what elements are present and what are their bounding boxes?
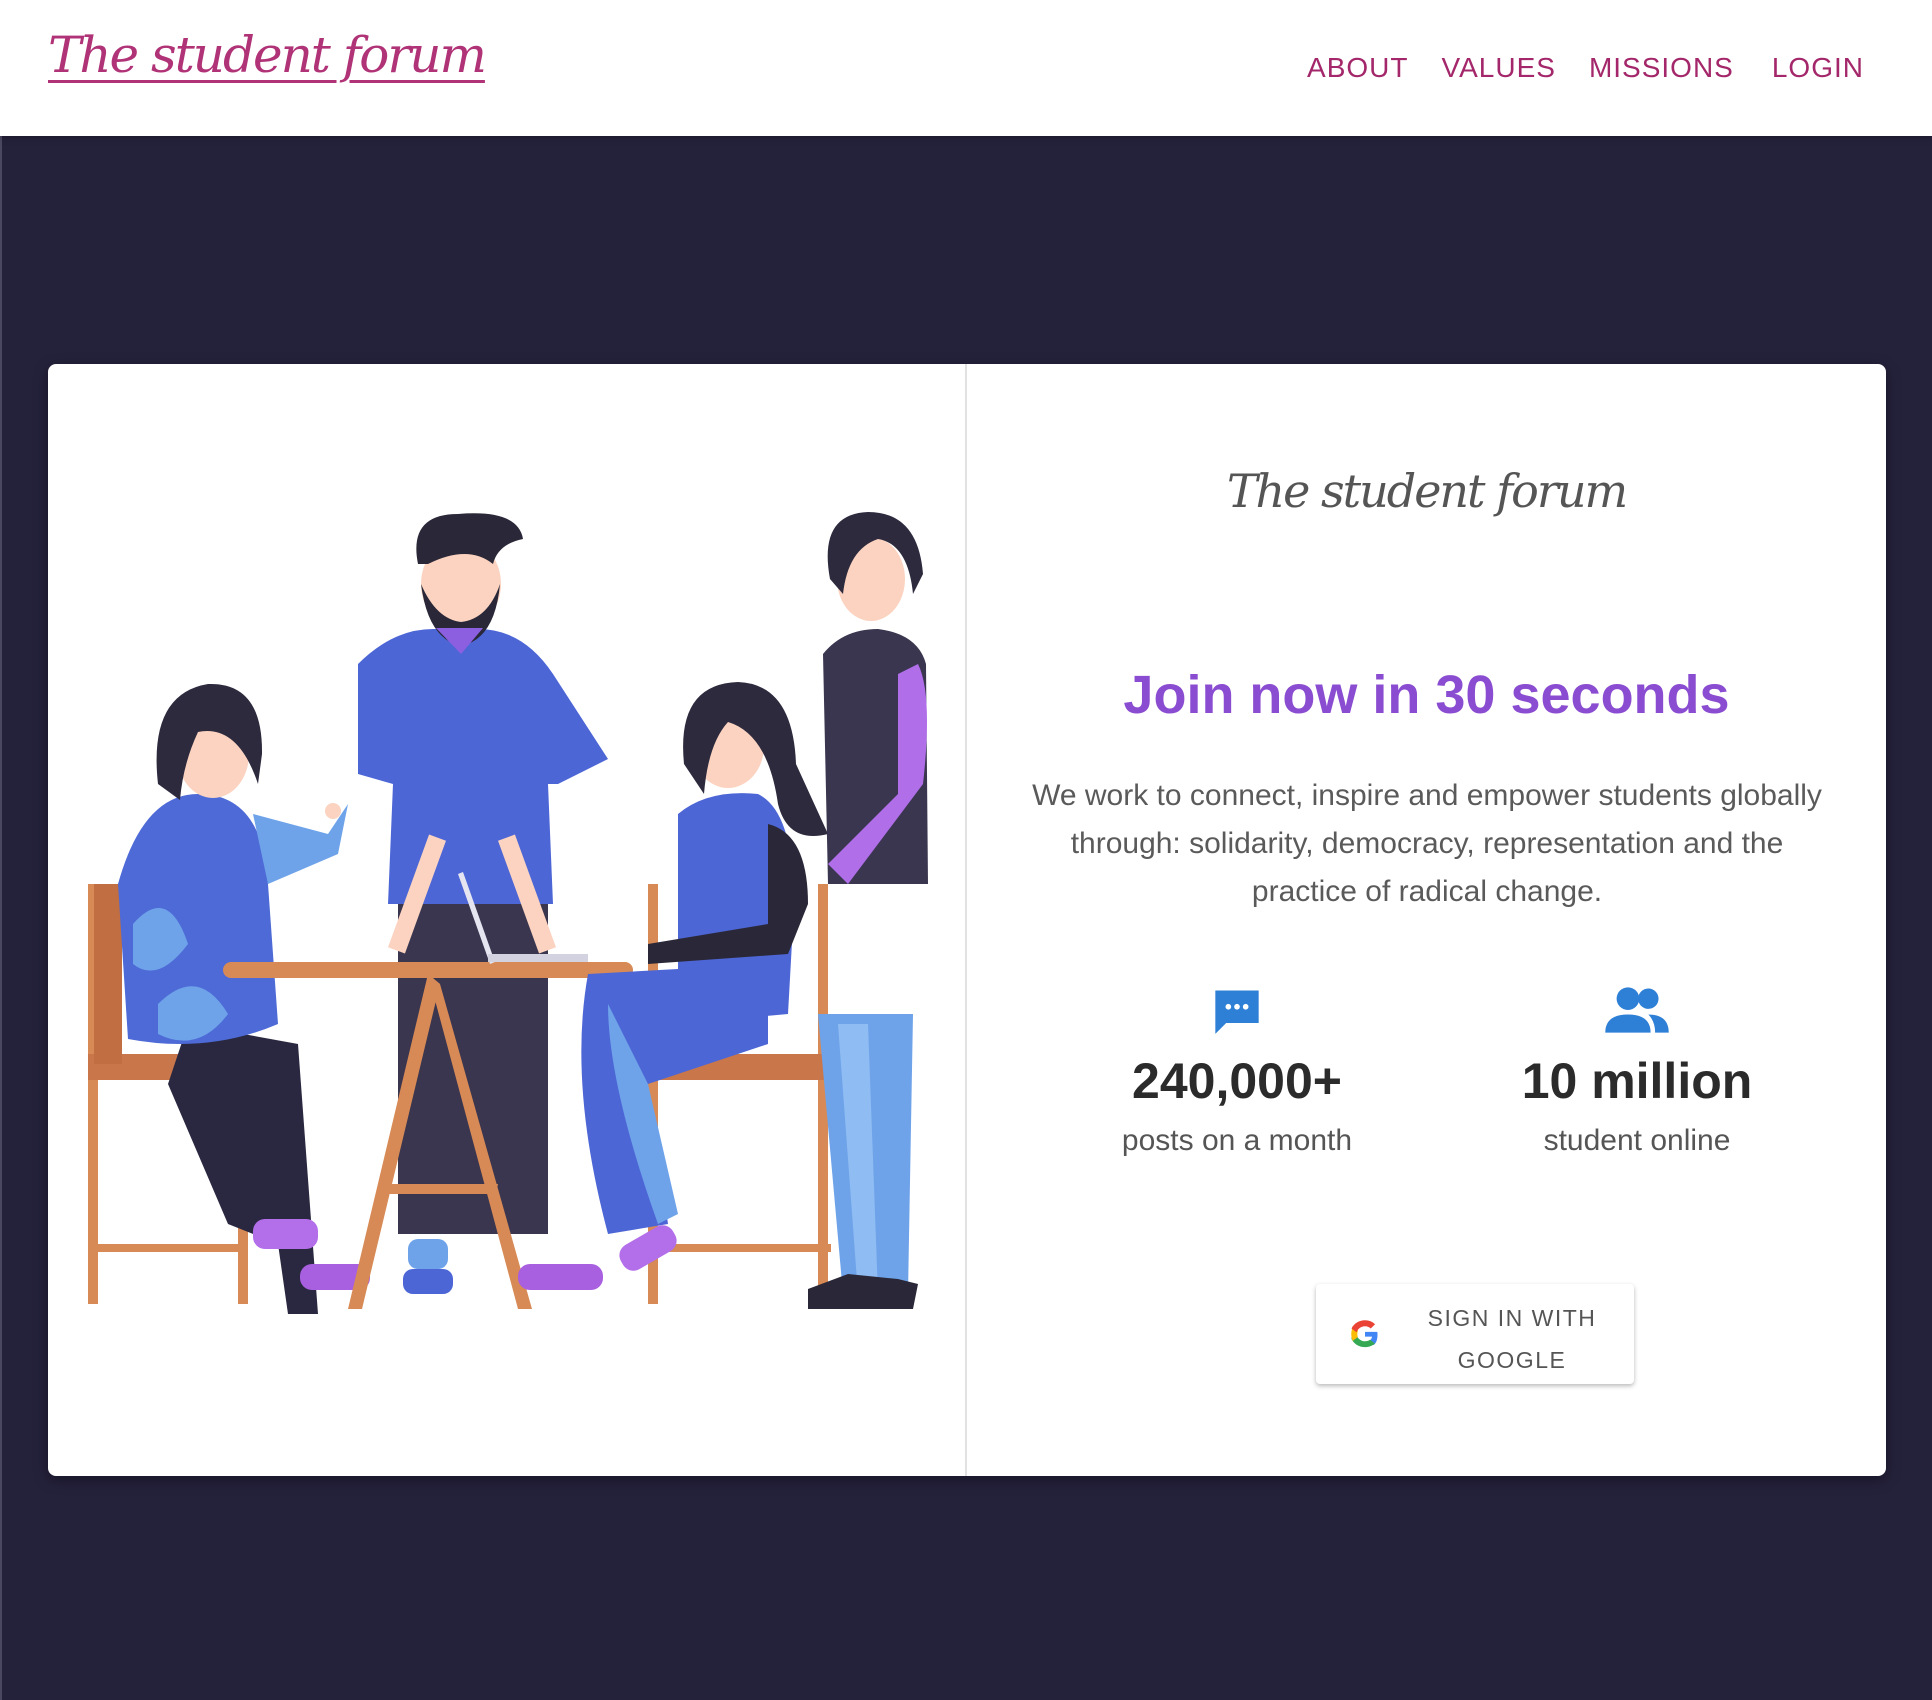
signup-panel: The student forum Join now in 30 seconds… <box>967 364 1886 1476</box>
main-nav: ABOUT VALUES MISSIONS LOGIN <box>1307 0 1864 136</box>
nav-about-link[interactable]: ABOUT <box>1307 52 1408 84</box>
students-at-table-illustration <box>48 364 965 1476</box>
students-stat-label: student online <box>1543 1124 1731 1157</box>
students-stat-value: 10 million <box>1521 1053 1753 1109</box>
woman-left-figure <box>118 683 370 1314</box>
join-heading: Join now in 30 seconds <box>1123 665 1730 725</box>
posts-stat-label: posts on a month <box>1121 1124 1353 1157</box>
nav-values-link[interactable]: VALUES <box>1442 52 1556 84</box>
card-brand-logo: The student forum <box>1226 464 1628 518</box>
page-edge-line <box>0 136 2 1700</box>
mission-description: We work to connect, inspire and empower … <box>1032 779 1822 908</box>
brand-logo-link[interactable]: The student forum <box>48 26 487 84</box>
posts-stat-value: 240,000+ <box>1132 1053 1342 1109</box>
nav-missions-link[interactable]: MISSIONS <box>1589 52 1734 84</box>
top-navbar: The student forum ABOUT VALUES MISSIONS … <box>0 0 1932 136</box>
posts-stat: 240,000+ posts on a month <box>1047 984 1427 1158</box>
students-online-stat: 10 million student online <box>1447 984 1827 1158</box>
people-group-icon <box>1605 987 1669 1033</box>
chat-bubble-icon <box>1215 990 1259 1034</box>
google-signin-button[interactable]: SIGN IN WITH GOOGLE <box>1316 1284 1634 1384</box>
google-signin-label: SIGN IN WITH GOOGLE <box>1427 1305 1597 1373</box>
nav-login-link[interactable]: LOGIN <box>1772 52 1864 84</box>
signup-card: The student forum Join now in 30 seconds… <box>48 364 1886 1476</box>
google-g-icon <box>1351 1320 1378 1348</box>
